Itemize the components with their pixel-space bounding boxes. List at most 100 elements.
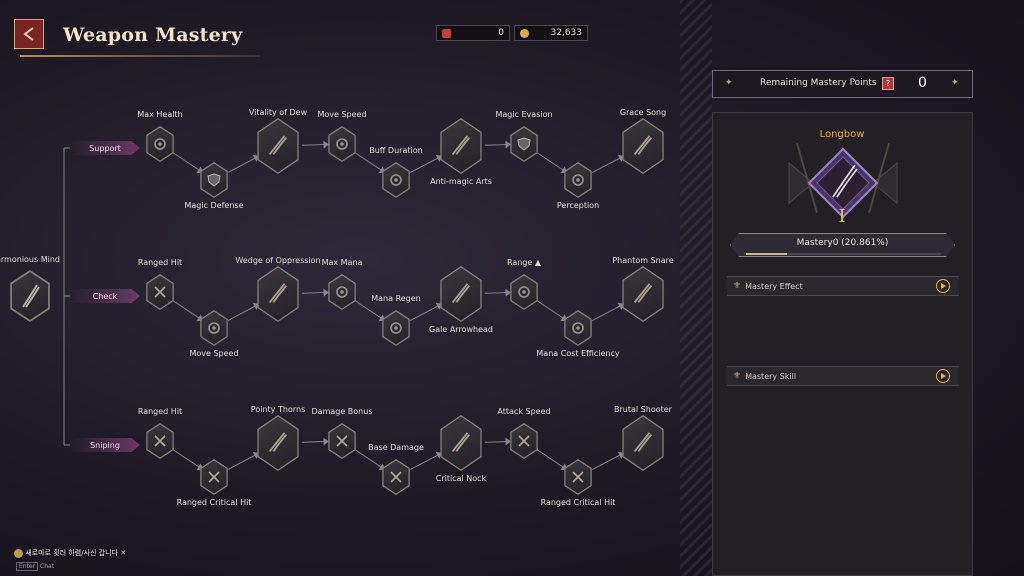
mastery-node[interactable] [198, 310, 230, 346]
skill-art-icon [268, 135, 288, 155]
mastery-node[interactable] [380, 310, 412, 346]
mastery-effect-section[interactable]: ⚜ Mastery Effect [727, 276, 959, 296]
branch-support-label: Support [89, 143, 121, 153]
mastery-node[interactable] [508, 423, 540, 459]
close-icon[interactable]: ✕ [120, 549, 126, 557]
mastery-node-label: Attack Speed [497, 407, 551, 416]
skill-art-icon [633, 283, 653, 303]
mastery-node[interactable] [198, 459, 230, 495]
node-connector [591, 454, 621, 471]
mastery-node-label: Mana Regen [371, 294, 421, 303]
mastery-node[interactable] [254, 415, 302, 471]
node-connector [173, 300, 200, 319]
node-connector [537, 152, 564, 171]
mastery-node[interactable] [562, 162, 594, 198]
shield-icon [207, 173, 221, 187]
mastery-effect-label: Mastery Effect [745, 281, 803, 291]
gear-icon [572, 174, 584, 186]
node-connector [355, 449, 382, 468]
mastery-node[interactable] [562, 459, 594, 495]
mastery-node[interactable] [562, 310, 594, 346]
enter-key-label: Enter [16, 562, 39, 571]
skill-art-icon [451, 135, 471, 155]
node-connector [591, 305, 621, 322]
mastery-node[interactable] [437, 266, 485, 322]
mastery-node[interactable] [619, 118, 667, 174]
node-connector [227, 305, 256, 321]
mastery-node-label: Buff Duration [369, 146, 423, 155]
mastery-node-label: Max Mana [321, 258, 363, 267]
mastery-node-label: Ranged Critical Hit [176, 498, 252, 507]
help-icon[interactable]: ? [882, 77, 894, 90]
mastery-node[interactable] [508, 274, 540, 310]
mastery-node[interactable] [254, 118, 302, 174]
mastery-node[interactable] [380, 459, 412, 495]
mastery-node[interactable] [144, 126, 176, 162]
mastery-node-label: Pointy Thorns [250, 405, 306, 414]
node-connector [409, 454, 439, 471]
mastery-node-label: Max Health [137, 110, 183, 119]
mastery-level-bar: Mastery0 (20.861%) [730, 233, 955, 257]
mastery-level-label: Mastery0 (20.861%) [796, 238, 889, 248]
node-connector [484, 441, 507, 443]
mastery-node[interactable] [437, 415, 485, 471]
branch-support[interactable]: Support [70, 141, 140, 155]
crossed-arrows-icon [154, 286, 166, 298]
mastery-node[interactable] [198, 162, 230, 198]
mastery-node-label: Ranged Hit [137, 258, 183, 267]
mastery-node[interactable] [144, 274, 176, 310]
mastery-node-label: Magic Defense [184, 201, 244, 210]
skill-art-icon [268, 432, 288, 452]
mastery-node-label: Magic Evasion [495, 110, 553, 119]
crossed-arrows-icon [208, 471, 220, 483]
mastery-node[interactable] [619, 415, 667, 471]
mastery-node-label: Ranged Hit [137, 407, 183, 416]
mastery-node[interactable] [437, 118, 485, 174]
branch-check[interactable]: Check [70, 289, 140, 303]
node-connector [227, 454, 256, 470]
node-connector [409, 305, 439, 322]
mastery-node-label: Phantom Snare [612, 256, 674, 265]
branch-sniping[interactable]: Sniping [70, 438, 140, 452]
mastery-node-label: Damage Bonus [311, 407, 373, 416]
play-icon[interactable] [936, 279, 950, 293]
node-connector [409, 157, 439, 174]
mastery-progress-track [746, 253, 941, 255]
mastery-node-label: Mana Cost Efficiency [536, 349, 620, 358]
node-connector [301, 292, 325, 294]
mastery-node[interactable] [326, 423, 358, 459]
skill-art-icon [268, 283, 288, 303]
plus-right-icon: ✦ [951, 78, 959, 88]
crossed-arrows-icon [154, 435, 166, 447]
mastery-skill-section[interactable]: ⚜ Mastery Skill [727, 366, 959, 386]
gear-icon [208, 322, 220, 334]
play-icon[interactable] [936, 369, 950, 383]
longbow-skill-icon [22, 284, 40, 308]
mastery-skill-label: Mastery Skill [745, 371, 797, 381]
mastery-node[interactable] [508, 126, 540, 162]
mastery-node[interactable] [144, 423, 176, 459]
mastery-node-label: Brutal Shooter [614, 405, 672, 414]
mastery-node-label: Grace Song [619, 108, 667, 117]
root-node[interactable] [7, 270, 53, 322]
chat-hint: Enter Chat [16, 562, 54, 571]
mastery-node[interactable] [326, 274, 358, 310]
mastery-node[interactable] [619, 266, 667, 322]
mastery-rank: I [838, 206, 846, 227]
gear-icon [336, 286, 348, 298]
mastery-node[interactable] [326, 126, 358, 162]
chat-line[interactable]: 새로마로 횟러 하렴/사신 갑니다 ✕ [14, 548, 126, 558]
node-connector [355, 300, 382, 319]
mastery-node-label: Anti-magic Arts [430, 177, 492, 186]
mastery-node-label: Base Damage [368, 443, 424, 452]
gear-icon [390, 322, 402, 334]
mastery-points-value: 0 [918, 75, 927, 91]
mastery-node[interactable] [254, 266, 302, 322]
mastery-node[interactable] [380, 162, 412, 198]
mastery-node-label: Ranged Critical Hit [540, 498, 616, 507]
node-connector [227, 157, 256, 173]
mastery-node-label: Critical Nock [435, 474, 487, 483]
mastery-node-label: Vitality of Dew [248, 108, 308, 117]
gear-icon [390, 174, 402, 186]
node-connector [537, 449, 564, 468]
